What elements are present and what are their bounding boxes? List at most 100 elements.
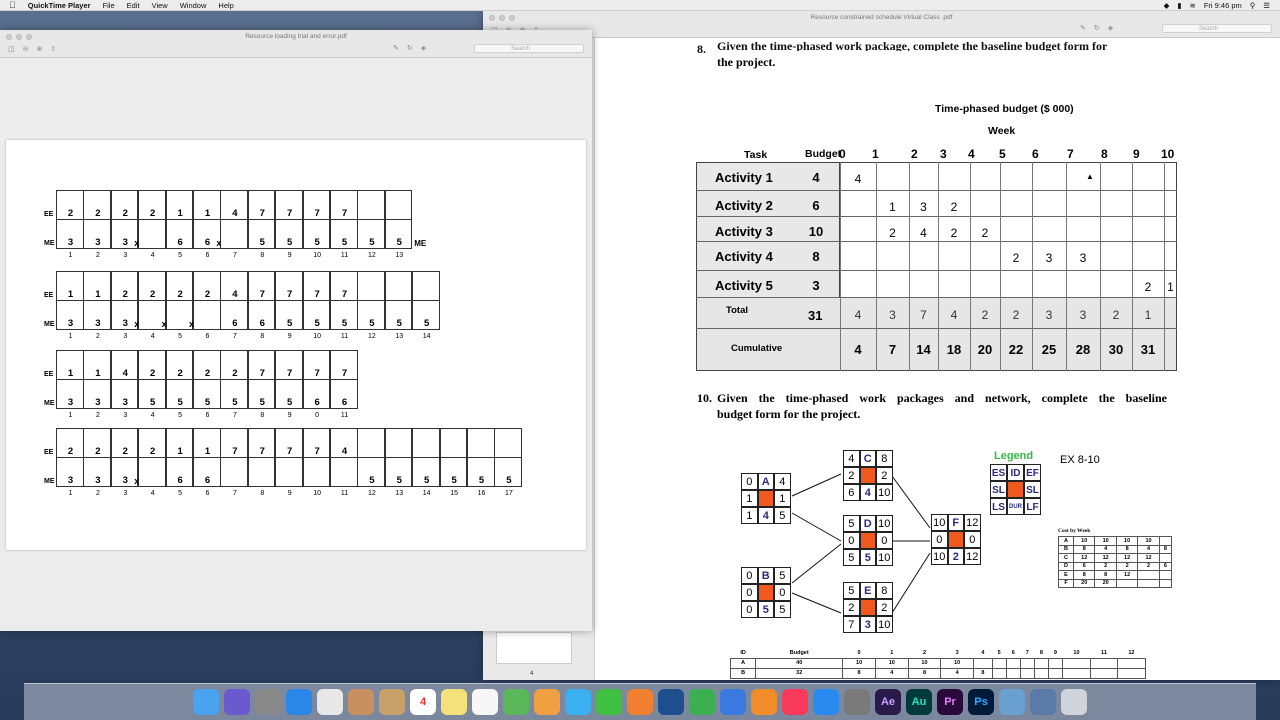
ee-value: 2 xyxy=(177,368,183,379)
search-input[interactable]: Search xyxy=(1162,24,1272,33)
me-value: 5 xyxy=(424,475,430,486)
cost-cell: 10 xyxy=(1072,536,1096,546)
reminders-icon[interactable] xyxy=(472,689,498,715)
ee-value: 1 xyxy=(67,289,74,300)
trash-icon[interactable] xyxy=(1061,689,1087,715)
chrome-icon[interactable] xyxy=(317,689,343,715)
clock[interactable]: Fri 9:46 pm xyxy=(1204,1,1242,10)
week-number: 10 xyxy=(313,333,321,340)
notes-icon[interactable] xyxy=(441,689,467,715)
node-cell: 10 xyxy=(876,549,893,566)
week-number: 8 xyxy=(260,490,265,497)
system-preferences-icon[interactable] xyxy=(844,689,870,715)
legend-cell: DUR xyxy=(1007,498,1024,515)
notification-center-icon[interactable]: ☰ xyxy=(1263,1,1270,10)
premiere-icon[interactable]: Pr xyxy=(937,689,963,715)
legend-cell: SL xyxy=(1024,481,1041,498)
messages-icon[interactable] xyxy=(565,689,591,715)
wifi-icon[interactable]: ≋ xyxy=(1190,1,1196,10)
ee-value: 1 xyxy=(204,446,211,457)
document-page: 8. Given the time-phased work package, c… xyxy=(595,38,1280,680)
quicktime-icon[interactable] xyxy=(658,689,684,715)
ee-value: 7 xyxy=(341,289,348,300)
audition-icon[interactable]: Au xyxy=(906,689,932,715)
numbers-icon[interactable] xyxy=(689,689,715,715)
cost-row: D62226 xyxy=(1058,561,1173,571)
cost-cell: 20 xyxy=(1072,578,1096,588)
me-value: 3 xyxy=(122,397,128,408)
week-number: 3 xyxy=(123,252,128,259)
zoom-out-icon[interactable]: ⊖ xyxy=(23,45,29,53)
bottom-row: A 40 10 10 10 10 xyxy=(729,657,1147,669)
week-number: 5 xyxy=(178,252,183,259)
dropbox-icon[interactable]: ◆ xyxy=(1164,1,1170,10)
window-title: Resource loading trial and error.pdf xyxy=(245,33,347,40)
network-node-e: 5 E 8 2 2 7 3 10 xyxy=(843,582,893,633)
calendar-icon[interactable]: 4 xyxy=(410,689,436,715)
ee-value: 2 xyxy=(67,208,74,219)
node-cell: 2 xyxy=(876,599,893,616)
rotate-icon[interactable]: ↻ xyxy=(1094,24,1100,32)
cost-cell: 10 xyxy=(1094,536,1117,546)
menu-view[interactable]: View xyxy=(152,1,168,10)
sidebar-toggle-icon[interactable]: ◫ xyxy=(8,45,15,53)
bottom-cell xyxy=(1090,667,1118,679)
books-icon[interactable] xyxy=(751,689,777,715)
search-input[interactable]: Search xyxy=(474,44,584,53)
menu-help[interactable]: Help xyxy=(218,1,233,10)
node-cell: 0 xyxy=(964,531,981,548)
annotate-icon[interactable]: ◈ xyxy=(421,44,426,52)
spotlight-icon[interactable]: ⚲ xyxy=(1250,1,1256,10)
after-effects-icon[interactable]: Ae xyxy=(875,689,901,715)
keynote-icon[interactable] xyxy=(720,689,746,715)
rotate-icon[interactable]: ↻ xyxy=(407,44,413,52)
markup-pen-icon[interactable]: ✎ xyxy=(1080,24,1086,32)
me-value: 5 xyxy=(177,397,183,408)
maps-icon[interactable] xyxy=(503,689,529,715)
node-cell: 10 xyxy=(876,616,893,633)
pages-icon[interactable] xyxy=(627,689,653,715)
finder-2-icon[interactable] xyxy=(1030,689,1056,715)
siri-icon[interactable] xyxy=(224,689,250,715)
launchpad-icon[interactable] xyxy=(255,689,281,715)
bottom-cell xyxy=(1090,657,1118,669)
week-number: 11 xyxy=(340,333,349,340)
mail-icon[interactable] xyxy=(348,689,374,715)
safari-icon[interactable] xyxy=(286,689,312,715)
week-number: 2 xyxy=(95,490,100,497)
app-store-icon[interactable] xyxy=(813,689,839,715)
menu-file[interactable]: File xyxy=(103,1,115,10)
battery-icon[interactable]: ▮ xyxy=(1177,1,1181,10)
week-number: 12 xyxy=(367,333,376,340)
apple-icon[interactable]:  xyxy=(9,0,16,10)
ee-value: 1 xyxy=(95,368,101,379)
photoshop-icon[interactable]: Ps xyxy=(968,689,994,715)
cost-cell: 8 xyxy=(1158,544,1173,554)
photos-icon[interactable] xyxy=(534,689,560,715)
facetime-icon[interactable] xyxy=(596,689,622,715)
page-thumbnail[interactable] xyxy=(496,632,572,664)
bottom-header-cell: 1 xyxy=(890,650,894,657)
dock: 4 Ae Au Pr Ps xyxy=(24,683,1256,720)
me-label: ME xyxy=(44,240,55,247)
contacts-icon[interactable] xyxy=(379,689,405,715)
menu-app-name[interactable]: QuickTime Player xyxy=(28,1,91,10)
markup-pen-icon[interactable]: ✎ xyxy=(393,44,399,52)
cost-cell: 12 xyxy=(1094,553,1117,563)
conflict-mark: x xyxy=(161,319,167,329)
preview-icon[interactable] xyxy=(999,689,1025,715)
week-number: 10 xyxy=(313,252,321,259)
music-icon[interactable] xyxy=(782,689,808,715)
week-number: 15 xyxy=(450,490,458,497)
zoom-in-icon[interactable]: ⊕ xyxy=(37,45,43,53)
me-value: 6 xyxy=(259,318,265,329)
node-cell: 2 xyxy=(876,467,893,484)
menu-window[interactable]: Window xyxy=(180,1,207,10)
share-icon[interactable]: ⇧ xyxy=(50,45,56,53)
cost-row: E 8 8 12 xyxy=(1058,570,1173,580)
node-cell: 4 xyxy=(757,507,774,524)
annotate-icon[interactable]: ◈ xyxy=(1108,24,1113,32)
menu-edit[interactable]: Edit xyxy=(127,1,140,10)
finder-icon[interactable] xyxy=(193,689,219,715)
ee-value: 4 xyxy=(232,208,238,219)
